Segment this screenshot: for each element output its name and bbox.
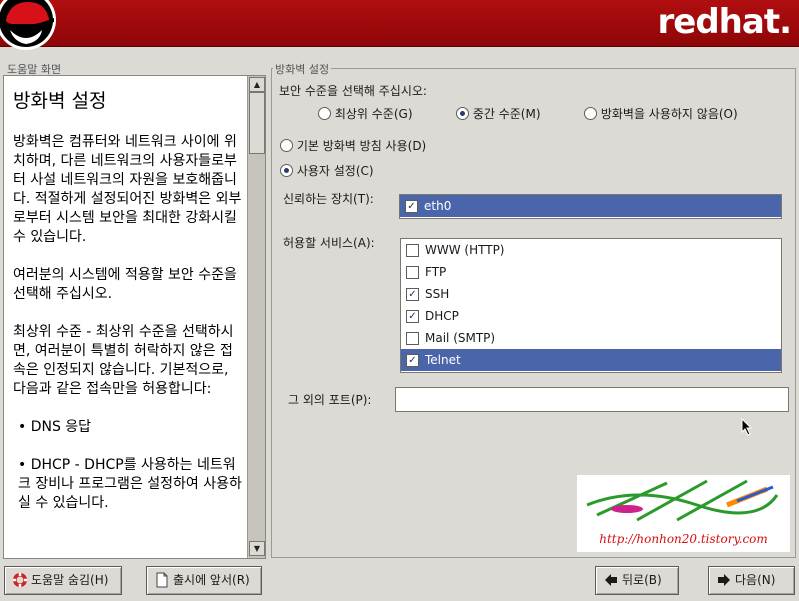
checkbox-checked[interactable]: ✓ — [406, 310, 419, 323]
checkbox-unchecked[interactable] — [406, 266, 419, 279]
trusted-devices-label: 신뢰하는 장치(T): — [283, 192, 374, 206]
list-item[interactable]: ✓ SSH — [401, 283, 781, 305]
watermark-url: http://honhon20.tistory.com — [599, 532, 768, 546]
checkbox-unchecked[interactable] — [406, 244, 419, 257]
radio-button-off[interactable] — [280, 139, 293, 152]
button-label: 뒤로(B) — [622, 573, 662, 587]
redhat-shadowman-logo — [0, 0, 62, 56]
help-bullet: • DHCP - DHCP를 사용하는 네트워크 장비나 프로그램은 설정하여 … — [18, 457, 242, 511]
mouse-pointer-icon — [741, 418, 753, 436]
scrollbar-thumb[interactable] — [249, 92, 265, 154]
checkbox-checked[interactable]: ✓ — [405, 200, 418, 213]
list-item[interactable]: ✓ eth0 — [400, 195, 781, 217]
button-label: 다음(N) — [735, 573, 776, 587]
help-paragraph: 최상위 수준 - 최상위 수준을 선택하시면, 여러분이 특별히 허락하지 않은… — [13, 324, 234, 397]
checkbox-checked[interactable]: ✓ — [406, 354, 419, 367]
document-icon — [156, 572, 168, 588]
other-ports-label: 그 외의 포트(P): — [288, 393, 372, 407]
list-item-label: Telnet — [425, 353, 461, 367]
list-item-label: Mail (SMTP) — [425, 331, 496, 345]
button-label: 도움말 숨김(H) — [31, 573, 109, 587]
watermark-image: http://honhon20.tistory.com — [577, 475, 790, 552]
radio-label: 방화벽을 사용하지 않음(O) — [600, 107, 738, 121]
trusted-devices-list[interactable]: ✓ eth0 — [399, 194, 782, 219]
hide-help-button[interactable]: 도움말 숨김(H) — [4, 566, 122, 595]
list-item[interactable]: ✓ Telnet — [401, 349, 781, 371]
radio-label: 중간 수준(M) — [472, 107, 541, 121]
radio-button-off[interactable] — [584, 107, 597, 120]
radio-no-firewall[interactable]: 방화벽을 사용하지 않음(O) — [584, 105, 738, 122]
radio-highest-level[interactable]: 최상위 수준(G) — [318, 105, 413, 122]
arrow-left-icon — [605, 574, 617, 586]
release-notes-button[interactable]: 출시에 앞서(R) — [146, 566, 262, 595]
redhat-wordmark: redhat. — [657, 2, 792, 42]
help-title: 방화벽 설정 — [13, 90, 107, 112]
list-item[interactable]: Mail (SMTP) — [401, 327, 781, 349]
arrow-right-icon — [718, 574, 730, 586]
list-item[interactable]: WWW (HTTP) — [401, 239, 781, 261]
checkbox-unchecked[interactable] — [406, 332, 419, 345]
help-paragraph: 방화벽은 컴퓨터와 네트워크 사이에 위치하며, 다른 네트워크의 사용자들로부… — [13, 134, 242, 245]
list-item[interactable]: ✓ DHCP — [401, 305, 781, 327]
radio-button-on[interactable] — [280, 164, 293, 177]
list-item-label: DHCP — [425, 309, 459, 323]
list-item-label: SSH — [425, 287, 450, 301]
checkbox-checked[interactable]: ✓ — [406, 288, 419, 301]
radio-custom-rules[interactable]: 사용자 설정(C) — [280, 162, 374, 179]
watermark-scribble — [586, 479, 779, 522]
button-label: 출시에 앞서(R) — [173, 573, 250, 587]
list-item-label: WWW (HTTP) — [425, 243, 505, 257]
list-item[interactable]: FTP — [401, 261, 781, 283]
security-level-prompt: 보안 수준을 선택해 주십시오: — [279, 84, 427, 98]
help-scrollbar[interactable]: ▲ ▼ — [247, 76, 265, 558]
allowed-services-label: 허용할 서비스(A): — [283, 236, 375, 250]
help-text: 방화벽 설정 방화벽은 컴퓨터와 네트워크 사이에 위치하며, 다른 네트워크의… — [10, 84, 242, 554]
radio-default-rules[interactable]: 기본 방화벽 방침 사용(D) — [280, 137, 426, 154]
radio-label: 기본 방화벽 방침 사용(D) — [296, 139, 427, 153]
installer-header: redhat. — [0, 0, 799, 50]
allowed-services-list[interactable]: WWW (HTTP) FTP ✓ SSH ✓ DHCP Mail (SMTP) … — [400, 238, 782, 373]
help-paragraph: 여러분의 시스템에 적용할 보안 수준을 선택해 주십시오. — [13, 267, 237, 302]
scroll-down-arrow-icon[interactable]: ▼ — [249, 541, 265, 556]
radio-label: 최상위 수준(G) — [334, 107, 413, 121]
radio-button-off[interactable] — [318, 107, 331, 120]
scroll-up-arrow-icon[interactable]: ▲ — [249, 77, 265, 92]
firewall-panel-label: 방화벽 설정 — [273, 61, 332, 77]
lifebuoy-icon — [13, 573, 27, 587]
next-button[interactable]: 다음(N) — [708, 566, 795, 595]
list-item-label: FTP — [425, 265, 447, 279]
other-ports-input[interactable] — [395, 387, 789, 412]
help-panel: 방화벽 설정 방화벽은 컴퓨터와 네트워크 사이에 위치하며, 다른 네트워크의… — [3, 75, 266, 559]
help-bullet: • DNS 응답 — [18, 419, 92, 435]
radio-button-on[interactable] — [456, 107, 469, 120]
radio-label: 사용자 설정(C) — [296, 164, 374, 178]
radio-medium-level[interactable]: 중간 수준(M) — [456, 105, 541, 122]
list-item-label: eth0 — [424, 199, 452, 213]
back-button[interactable]: 뒤로(B) — [595, 566, 679, 595]
